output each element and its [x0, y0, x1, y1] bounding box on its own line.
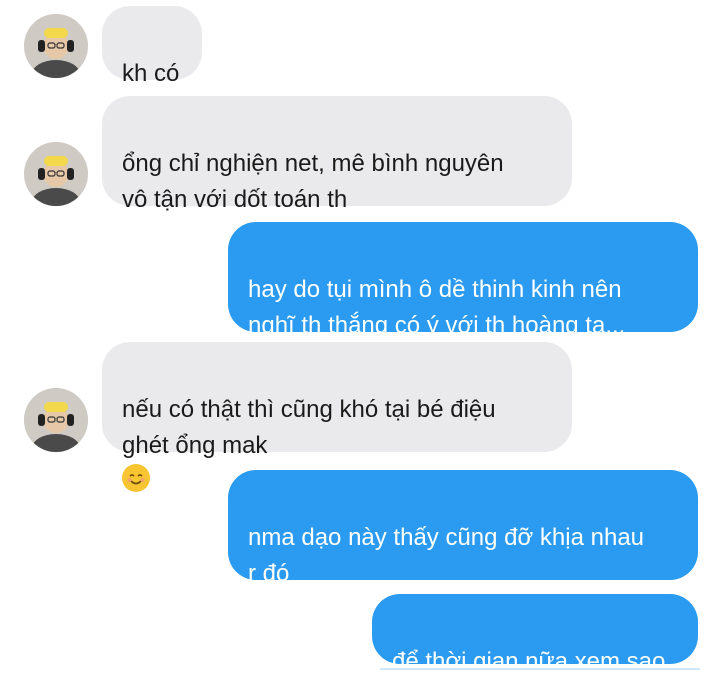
message-bubble-outgoing[interactable]: hay do tụi mình ô dề thinh kinh nên nghĩ…: [228, 222, 698, 339]
avatar-photo-icon: [24, 142, 88, 206]
message-text: kh có: [122, 60, 180, 87]
avatar-photo-icon: [24, 388, 88, 452]
avatar-photo-icon: [24, 14, 88, 78]
divider: [380, 668, 700, 670]
contact-avatar[interactable]: [24, 388, 88, 452]
message-bubble-incoming[interactable]: ổng chỉ nghiện net, mê bình nguyên vô tậ…: [102, 96, 572, 213]
contact-avatar[interactable]: [24, 142, 88, 206]
message-text: nếu có thật thì cũng khó tại bé điệu ghé…: [122, 396, 496, 459]
message-text: để thời gian nữa xem sao: [392, 648, 666, 675]
message-bubble-outgoing[interactable]: nma dạo này thấy cũng đỡ khịa nhau r đó: [228, 470, 698, 587]
message-text: ổng chỉ nghiện net, mê bình nguyên vô tậ…: [122, 150, 504, 213]
message-text: hay do tụi mình ô dề thinh kinh nên nghĩ…: [248, 276, 626, 339]
smiling-face-icon: [122, 464, 150, 492]
message-bubble-outgoing[interactable]: để thời gian nữa xem sao: [372, 594, 698, 675]
message-bubble-incoming[interactable]: nếu có thật thì cũng khó tại bé điệu ghé…: [102, 342, 572, 492]
contact-avatar[interactable]: [24, 14, 88, 78]
message-bubble-incoming[interactable]: kh có: [102, 6, 202, 87]
message-text: nma dạo này thấy cũng đỡ khịa nhau r đó: [248, 524, 645, 587]
